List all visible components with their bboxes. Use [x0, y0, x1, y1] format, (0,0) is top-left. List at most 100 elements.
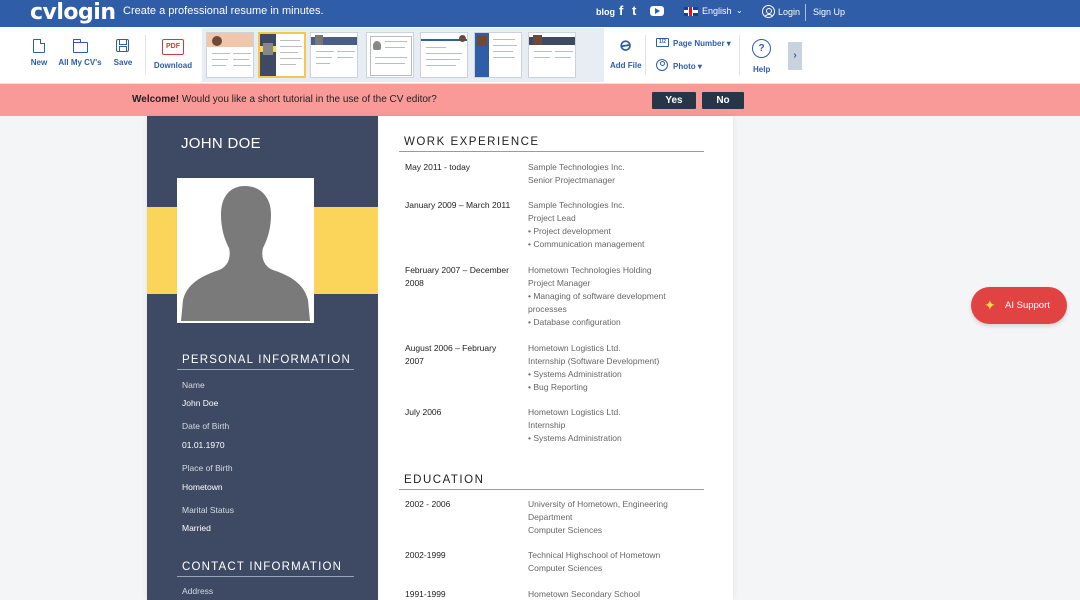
template-thumbnail[interactable]	[528, 32, 576, 78]
divider	[805, 4, 806, 21]
new-label: New	[30, 58, 48, 67]
entry-line: Project Lead	[528, 213, 576, 223]
entry-line: Internship	[528, 420, 566, 430]
entry-body[interactable]: Sample Technologies Inc. Project Lead • …	[528, 199, 703, 251]
chevron-right-icon[interactable]: ›	[788, 42, 802, 70]
field-label: Name	[182, 380, 205, 390]
template-thumbnail-selected[interactable]	[258, 32, 306, 78]
field-value[interactable]: John Doe	[182, 398, 218, 408]
language-selector[interactable]: English	[702, 6, 732, 16]
entry-line: Technical Highschool of Hometown	[528, 550, 661, 560]
yes-button[interactable]: Yes	[652, 92, 696, 109]
entry-date[interactable]: February 2007 – December 2008	[405, 264, 517, 290]
entry-date[interactable]: 2002 - 2006	[405, 498, 517, 511]
download-button[interactable]: PDF Download	[150, 27, 196, 84]
person-silhouette-icon	[179, 180, 312, 321]
entry-line: University of Hometown, Engineering Depa…	[528, 499, 668, 522]
entry-line: Hometown Technologies Holding	[528, 265, 652, 275]
heading-rule	[399, 151, 704, 152]
field-value[interactable]: Hometown	[182, 482, 223, 492]
entry-date[interactable]: May 2011 - today	[405, 161, 517, 174]
logo[interactable]: cvlogin	[30, 0, 116, 27]
signup-link[interactable]: Sign Up	[813, 7, 845, 17]
cv-page[interactable]: JOHN DOE PERSONAL INFORMATION Name John …	[147, 116, 733, 600]
template-carousel[interactable]: ›	[202, 28, 802, 82]
entry-line: • Bug Reporting	[528, 382, 588, 392]
contact-information-heading[interactable]: CONTACT INFORMATION	[182, 561, 342, 573]
entry-body[interactable]: University of Hometown, Engineering Depa…	[528, 498, 703, 537]
page-number-icon[interactable]: 1/2	[656, 38, 669, 47]
page-number-dropdown[interactable]: Page Number ▾	[673, 39, 731, 48]
save-button[interactable]: Save	[108, 27, 138, 84]
toolbar-separator	[739, 35, 740, 75]
template-thumbnail[interactable]	[474, 32, 522, 78]
entry-date[interactable]: January 2009 – March 2011	[405, 199, 517, 212]
entry-line: Sample Technologies Inc.	[528, 162, 625, 172]
education-heading[interactable]: EDUCATION	[404, 474, 484, 486]
entry-body[interactable]: Sample Technologies Inc. Senior Projectm…	[528, 161, 703, 187]
template-thumbnail[interactable]	[310, 32, 358, 78]
field-value[interactable]: 01.01.1970	[182, 440, 225, 450]
save-label: Save	[113, 58, 133, 67]
field-label: Address	[182, 586, 214, 596]
toolbar-separator	[645, 35, 646, 75]
template-thumbnail[interactable]	[366, 32, 414, 78]
entry-line: Internship (Software Development)	[528, 356, 660, 366]
help-button[interactable]: Help	[753, 65, 770, 74]
cv-name[interactable]: JOHN DOE	[181, 135, 261, 152]
cv-sidebar: JOHN DOE PERSONAL INFORMATION Name John …	[147, 116, 378, 600]
download-label: Download	[153, 61, 193, 70]
photo-icon[interactable]	[656, 59, 668, 71]
all-my-cvs-button[interactable]: All My CV's	[56, 27, 104, 84]
template-thumbnail[interactable]	[206, 32, 254, 78]
entry-date[interactable]: 1991-1999	[405, 588, 517, 600]
new-button[interactable]: New	[24, 27, 54, 84]
tagline: Create a professional resume in minutes.	[123, 5, 324, 17]
user-icon[interactable]	[762, 5, 775, 18]
entry-body[interactable]: Hometown Technologies Holding Project Ma…	[528, 264, 703, 329]
entry-date[interactable]: July 2006	[405, 406, 517, 419]
ai-support-label: AI Support	[1005, 300, 1050, 311]
field-value[interactable]: Married	[182, 523, 211, 533]
entry-line: Hometown Logistics Ltd.	[528, 343, 621, 353]
entry-line: • Systems Administration	[528, 433, 622, 443]
uk-flag-icon[interactable]	[684, 7, 698, 16]
template-thumbnail[interactable]	[420, 32, 468, 78]
entry-line: • Database configuration	[528, 317, 621, 327]
entry-body[interactable]: Hometown Logistics Ltd. Internship (Soft…	[528, 342, 703, 394]
twitter-icon[interactable]: t	[632, 4, 636, 18]
entry-body[interactable]: Hometown Secondary School	[528, 588, 703, 600]
chevron-down-icon[interactable]: ⌄	[736, 6, 743, 15]
ai-support-button[interactable]: ✦ AI Support	[971, 287, 1067, 324]
all-my-cvs-label: All My CV's	[58, 58, 102, 67]
profile-photo[interactable]	[177, 178, 314, 323]
help-icon[interactable]: ?	[752, 39, 771, 58]
entry-line: • Systems Administration	[528, 369, 622, 379]
entry-line: Computer Sciences	[528, 525, 603, 535]
no-button[interactable]: No	[702, 92, 744, 109]
paperclip-icon[interactable]: ⊘	[615, 35, 635, 56]
login-link[interactable]: Login	[778, 7, 800, 17]
field-label: Date of Birth	[182, 421, 230, 431]
photo-dropdown[interactable]: Photo ▾	[673, 62, 702, 71]
welcome-message: Welcome! Would you like a short tutorial…	[132, 94, 437, 105]
blog-link[interactable]: blog	[596, 7, 615, 17]
folder-icon	[73, 39, 88, 53]
new-document-icon	[33, 39, 45, 53]
save-icon	[116, 39, 129, 52]
work-experience-heading[interactable]: WORK EXPERIENCE	[404, 136, 540, 148]
tutorial-banner: Welcome! Would you like a short tutorial…	[0, 84, 1080, 116]
entry-line: Hometown Secondary School	[528, 589, 640, 599]
entry-line: • Managing of software development proce…	[528, 291, 666, 314]
facebook-icon[interactable]: f	[619, 4, 623, 18]
add-file-button[interactable]: Add File	[610, 61, 642, 70]
youtube-icon[interactable]	[650, 6, 664, 16]
entry-date[interactable]: 2002-1999	[405, 549, 517, 562]
entry-body[interactable]: Technical Highschool of Hometown Compute…	[528, 549, 703, 575]
entry-body[interactable]: Hometown Logistics Ltd. Internship • Sys…	[528, 406, 703, 445]
entry-date[interactable]: August 2006 – February 2007	[405, 342, 517, 368]
welcome-text: Would you like a short tutorial in the u…	[179, 94, 437, 105]
personal-information-heading[interactable]: PERSONAL INFORMATION	[182, 354, 351, 366]
field-label: Marital Status	[182, 505, 234, 515]
entry-line: Sample Technologies Inc.	[528, 200, 625, 210]
